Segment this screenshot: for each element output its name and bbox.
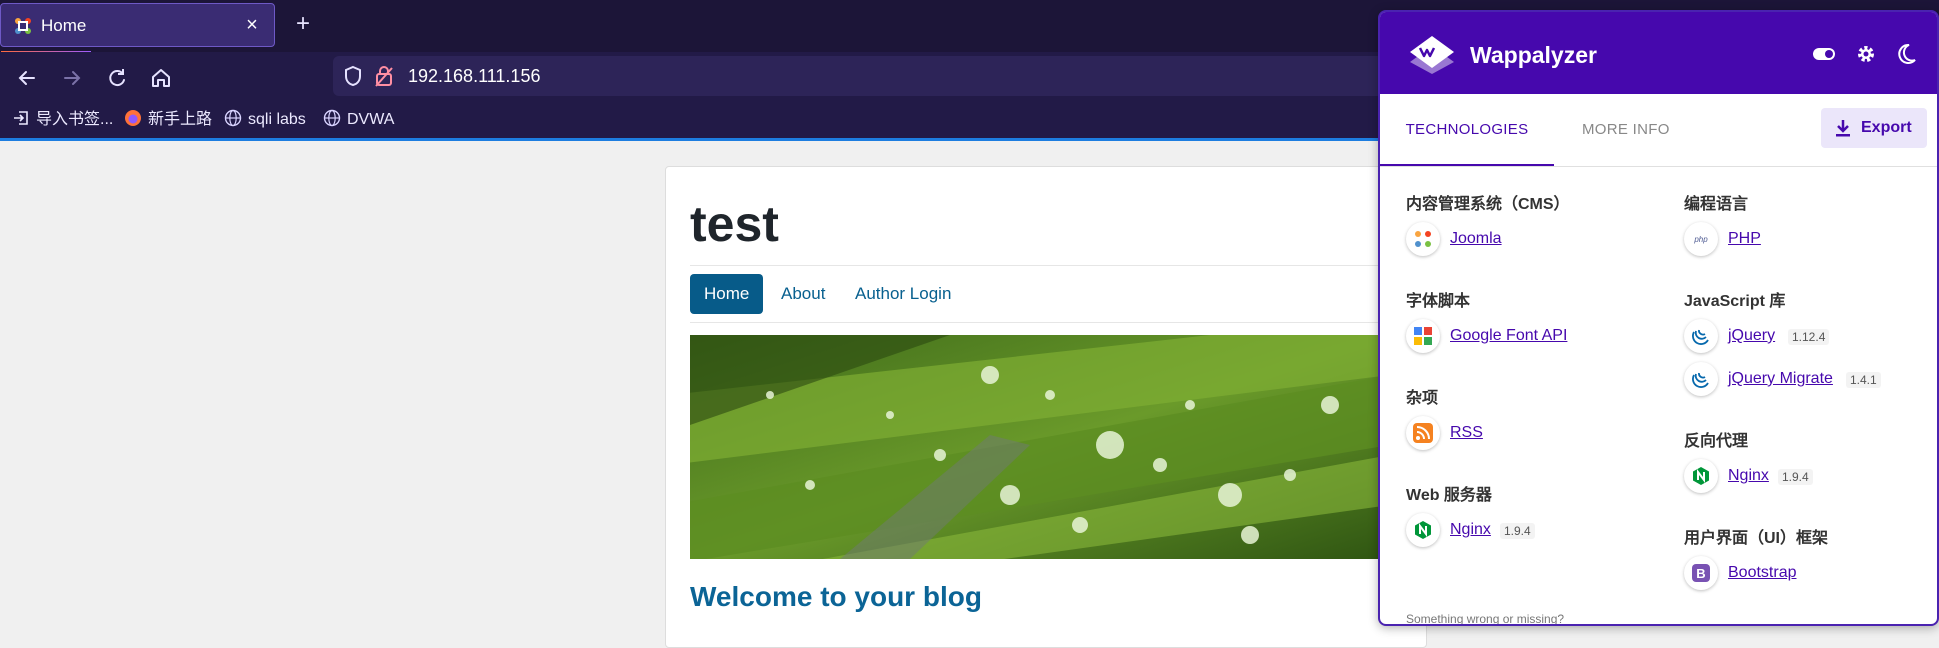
tech-name[interactable]: jQuery Migrate xyxy=(1728,370,1833,388)
banner-image xyxy=(690,335,1390,559)
export-label: Export xyxy=(1861,119,1912,136)
tab-title: Home xyxy=(41,16,87,35)
google-font-api-icon xyxy=(1406,319,1440,353)
home-icon[interactable] xyxy=(148,65,174,91)
category-title: Web 服务器 xyxy=(1406,487,1492,504)
menu-item-home[interactable]: Home xyxy=(690,274,764,314)
tech-name[interactable]: Google Font API xyxy=(1450,327,1567,345)
tech-version: 1.4.1 xyxy=(1846,372,1881,388)
tech-name[interactable]: Nginx xyxy=(1450,521,1491,539)
tech-version: 1.9.4 xyxy=(1778,469,1813,485)
tech-name[interactable]: Nginx xyxy=(1728,467,1769,485)
wappalyzer-header: Wappalyzer xyxy=(1380,12,1937,94)
bootstrap-icon: B xyxy=(1684,556,1718,590)
tab-close-icon[interactable]: × xyxy=(240,13,264,37)
jquery-icon xyxy=(1684,362,1718,396)
tech-name[interactable]: RSS xyxy=(1450,424,1483,442)
category-title: 反向代理 xyxy=(1684,433,1749,450)
tech-name[interactable]: Bootstrap xyxy=(1728,564,1796,582)
category-title: 编程语言 xyxy=(1684,196,1749,213)
forward-arrow-icon[interactable] xyxy=(59,65,85,91)
wappalyzer-popup: Wappalyzer TECHNOLOGIES MORE INFO Export… xyxy=(1378,10,1939,626)
download-icon xyxy=(1836,120,1850,137)
svg-text:php: php xyxy=(1693,235,1708,244)
jquery-icon xyxy=(1684,319,1718,353)
bookmark-label: 新手上路 xyxy=(148,111,213,128)
bookmark-getting-started[interactable]: 新手上路 xyxy=(124,109,212,131)
globe-icon xyxy=(224,109,242,127)
toggle-icon[interactable] xyxy=(1812,42,1836,66)
bookmark-label: 导入书签... xyxy=(36,111,114,128)
category-title: JavaScript 库 xyxy=(1684,293,1786,310)
tracking-protection-shield-icon[interactable] xyxy=(343,65,363,87)
welcome-heading[interactable]: Welcome to your blog xyxy=(690,581,982,613)
bookmark-import[interactable]: 导入书签... xyxy=(12,109,113,131)
wappalyzer-tabs: TECHNOLOGIES MORE INFO Export xyxy=(1380,94,1937,167)
nginx-icon xyxy=(1684,459,1718,493)
site-title[interactable]: test xyxy=(690,195,779,253)
globe-icon xyxy=(323,109,341,127)
tech-name[interactable]: PHP xyxy=(1728,230,1761,248)
export-button[interactable]: Export xyxy=(1821,108,1927,148)
wappalyzer-brand: Wappalyzer xyxy=(1470,42,1597,68)
menu-divider xyxy=(690,322,1400,323)
site-container: test Home About Author Login Welcome to … xyxy=(665,166,1427,648)
reload-icon[interactable] xyxy=(104,65,130,91)
tab-more-info[interactable]: MORE INFO xyxy=(1582,94,1670,166)
category-title: 用户界面（UI）框架 xyxy=(1684,530,1829,547)
tab-technologies[interactable]: TECHNOLOGIES xyxy=(1380,94,1554,166)
new-tab-button[interactable]: + xyxy=(290,12,316,36)
menu-item-author-login[interactable]: Author Login xyxy=(855,274,951,314)
bookmark-sqli-labs[interactable]: sqli labs xyxy=(224,109,306,131)
bookmark-label: sqli labs xyxy=(248,111,306,128)
import-icon xyxy=(14,111,28,125)
insecure-lock-icon[interactable] xyxy=(375,65,393,87)
tech-name[interactable]: Joomla xyxy=(1450,230,1502,248)
category-title: 字体脚本 xyxy=(1406,293,1471,310)
svg-text:B: B xyxy=(1696,566,1705,581)
joomla-favicon-icon xyxy=(15,18,31,34)
category-title: 杂项 xyxy=(1406,390,1439,407)
bookmark-label: DVWA xyxy=(347,111,395,128)
menu-item-about[interactable]: About xyxy=(781,274,825,314)
tech-name[interactable]: jQuery xyxy=(1728,327,1775,345)
bookmark-dvwa[interactable]: DVWA xyxy=(323,109,394,131)
php-icon: php xyxy=(1684,222,1718,256)
rss-icon xyxy=(1406,416,1440,450)
tech-version: 1.12.4 xyxy=(1788,329,1830,345)
url-bar[interactable]: 192.168.111.156 xyxy=(333,56,1383,96)
category-title: 内容管理系统（CMS） xyxy=(1406,196,1570,213)
back-arrow-icon[interactable] xyxy=(14,65,40,91)
tech-version: 1.9.4 xyxy=(1500,523,1535,539)
browser-tab-home[interactable]: Home × xyxy=(0,3,275,54)
nginx-icon xyxy=(1406,513,1440,547)
firefox-icon xyxy=(125,110,141,126)
url-text: 192.168.111.156 xyxy=(408,66,541,86)
dark-mode-moon-icon[interactable] xyxy=(1894,42,1918,66)
wappalyzer-logo-icon xyxy=(1410,36,1454,74)
joomla-icon xyxy=(1406,222,1440,256)
report-issue-link[interactable]: Something wrong or missing? xyxy=(1406,612,1564,624)
header-divider xyxy=(690,265,1400,266)
gear-icon[interactable] xyxy=(1854,42,1878,66)
